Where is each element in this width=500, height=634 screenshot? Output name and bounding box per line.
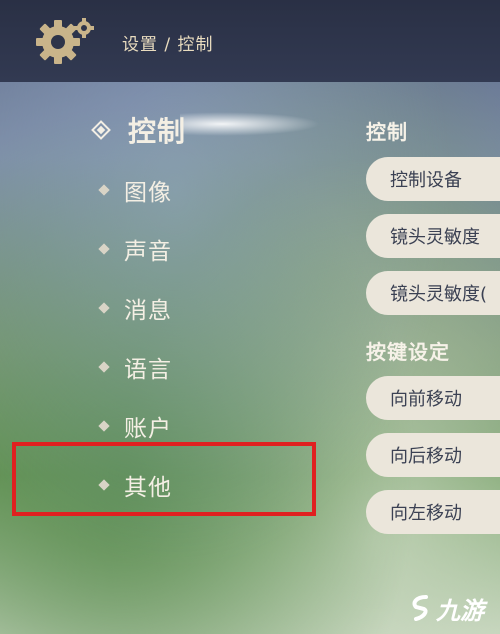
watermark: 九游: [406, 590, 496, 626]
menu-item-label: 语言: [124, 357, 172, 383]
diamond-bullet-icon: [98, 184, 110, 196]
keybind-move-left[interactable]: 向左移动: [366, 490, 500, 534]
breadcrumb: 设置 / 控制: [122, 35, 214, 55]
menu-item-label: 声音: [124, 239, 172, 265]
menu-item-control[interactable]: 控制: [91, 110, 187, 150]
menu-item-account[interactable]: 账户: [98, 406, 172, 446]
top-bar: 设置 / 控制: [0, 0, 500, 82]
watermark-text: 九游: [436, 596, 484, 625]
diamond-bullet-icon: [98, 420, 110, 432]
menu-item-messages[interactable]: 消息: [98, 288, 172, 328]
keybind-move-forward[interactable]: 向前移动: [366, 376, 500, 420]
setting-camera-sensitivity[interactable]: 镜头灵敏度: [366, 214, 500, 258]
setting-camera-sensitivity-2[interactable]: 镜头灵敏度(: [366, 271, 500, 315]
diamond-bullet-icon: [98, 361, 110, 373]
diamond-bullet-icon: [98, 243, 110, 255]
menu-item-audio[interactable]: 声音: [98, 229, 172, 269]
keybind-move-backward[interactable]: 向后移动: [366, 433, 500, 477]
active-item-glow: [180, 112, 320, 136]
menu-item-language[interactable]: 语言: [98, 347, 172, 387]
setting-control-device[interactable]: 控制设备: [366, 157, 500, 201]
menu-item-label: 账户: [124, 416, 172, 442]
diamond-bullet-icon: [91, 120, 111, 140]
section-title-control: 控制: [366, 120, 408, 144]
diamond-bullet-icon: [98, 302, 110, 314]
menu-item-label: 图像: [124, 180, 172, 206]
menu-item-graphics[interactable]: 图像: [98, 170, 172, 210]
highlight-box: [12, 442, 316, 516]
section-title-keybinds: 按键设定: [366, 340, 450, 364]
menu-item-label: 消息: [124, 298, 172, 324]
menu-item-label: 控制: [128, 115, 187, 148]
gear-icon: [32, 14, 98, 70]
watermark-logo-icon: [412, 595, 428, 621]
